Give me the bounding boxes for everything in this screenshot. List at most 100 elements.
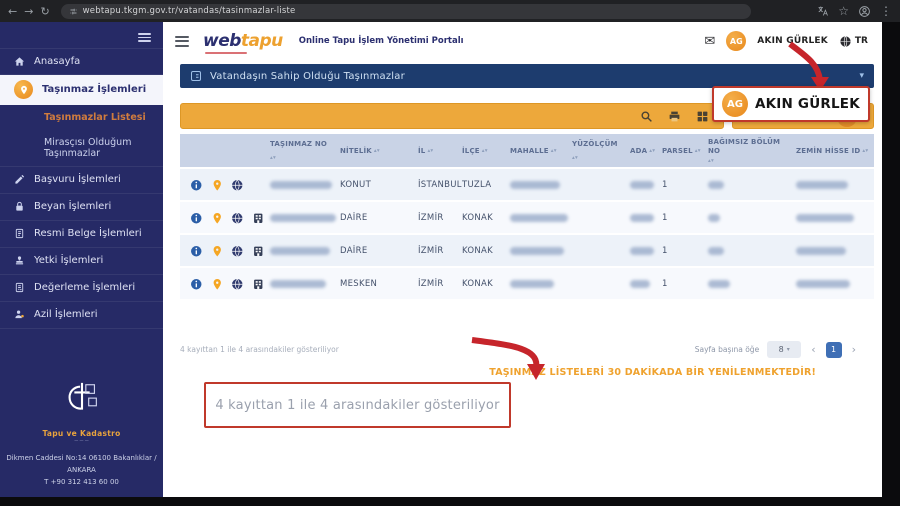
map-pin-icon[interactable] xyxy=(211,179,224,192)
bookmark-star-icon[interactable]: ☆ xyxy=(838,5,849,17)
section-banner[interactable]: Vatandaşın Sahip Olduğu Taşınmazlar ▾ xyxy=(180,64,874,88)
column-header[interactable]: MAHALLE▴▾ xyxy=(508,134,570,167)
messages-envelope-icon[interactable]: ✉ xyxy=(704,34,715,49)
cell-il: İZMİR xyxy=(416,235,460,266)
print-icon[interactable] xyxy=(668,110,681,123)
grid-view-icon[interactable] xyxy=(696,110,709,123)
parcel-globe-icon[interactable] xyxy=(231,245,244,258)
page-number-button[interactable]: 1 xyxy=(826,342,842,358)
redacted-value xyxy=(510,181,560,189)
document-icon xyxy=(14,228,25,239)
info-icon[interactable] xyxy=(190,179,203,192)
search-icon[interactable] xyxy=(640,110,653,123)
parcel-globe-icon[interactable] xyxy=(231,212,244,225)
sidebar-item-anasayfa[interactable]: Anasayfa xyxy=(0,48,163,75)
column-header[interactable]: YÜZÖLÇÜM▴▾ xyxy=(570,134,628,167)
redacted-value xyxy=(708,214,720,222)
cell-nitelik: MESKEN xyxy=(338,268,416,299)
cell-ada xyxy=(628,169,660,200)
banner-chevron-down-icon[interactable]: ▾ xyxy=(859,71,864,81)
sort-icon[interactable]: ▴▾ xyxy=(427,148,433,155)
redacted-value xyxy=(510,247,564,255)
sidebar-address: Dikmen Caddesi No:14 06100 Bakanlıklar /… xyxy=(0,453,163,477)
column-header[interactable]: NİTELİK▴▾ xyxy=(338,134,416,167)
globe-icon xyxy=(839,35,852,48)
map-pin-icon[interactable] xyxy=(211,245,224,258)
sidebar-item-label: Taşınmaz İşlemleri xyxy=(42,84,146,95)
per-page-select[interactable]: 8 ▾ xyxy=(767,341,801,358)
sidebar-subitem-mirascisi[interactable]: Mirasçısı Olduğum Taşınmazlar xyxy=(0,130,163,166)
sidebar-item-resmi-belge[interactable]: Resmi Belge İşlemleri xyxy=(0,221,163,248)
sidebar-item-beyan-islemleri[interactable]: Beyan İşlemleri xyxy=(0,194,163,221)
redacted-value xyxy=(270,214,336,222)
sidebar-collapse-icon[interactable] xyxy=(138,31,151,44)
building-icon[interactable] xyxy=(252,212,265,225)
table-row[interactable]: MESKEN İZMİR KONAK 1 xyxy=(180,266,874,299)
sidebar-footer: Tapu ve Kadastro — — — Dikmen Caddesi No… xyxy=(0,379,163,497)
info-icon[interactable] xyxy=(190,245,203,258)
translate-icon[interactable] xyxy=(817,5,829,17)
info-icon[interactable] xyxy=(190,278,203,291)
column-header[interactable]: İLÇE▴▾ xyxy=(460,134,508,167)
redacted-value xyxy=(630,280,650,288)
dismissal-person-icon xyxy=(14,309,25,320)
sort-icon[interactable]: ▴▾ xyxy=(572,155,578,162)
sidebar-item-yetki-islemleri[interactable]: Yetki İşlemleri xyxy=(0,248,163,275)
address-bar[interactable]: webtapu.tkgm.gov.tr/vatandas/tasinmazlar… xyxy=(61,4,751,19)
lock-icon xyxy=(14,201,25,212)
prev-page-button[interactable]: ‹ xyxy=(807,343,819,356)
column-header[interactable]: ZEMİN HİSSE ID▴▾ xyxy=(794,134,874,167)
sort-icon[interactable]: ▴▾ xyxy=(862,148,868,155)
browser-menu-icon[interactable]: ⋮ xyxy=(880,5,892,17)
sort-icon[interactable]: ▴▾ xyxy=(482,148,488,155)
sort-icon[interactable]: ▴▾ xyxy=(649,148,655,155)
browser-reload-icon[interactable]: ↻ xyxy=(40,6,49,17)
menu-toggle-icon[interactable] xyxy=(175,33,189,49)
logo-text-tapu: tapu xyxy=(241,31,283,51)
next-page-button[interactable]: › xyxy=(848,343,860,356)
column-header[interactable]: İL▴▾ xyxy=(416,134,460,167)
cell-zemin-hisse xyxy=(794,268,874,299)
sidebar-item-azil-islemleri[interactable]: Azil İşlemleri xyxy=(0,302,163,329)
map-pin-icon[interactable] xyxy=(211,278,224,291)
column-header[interactable]: BAĞIMSIZ BÖLÜM NO▴▾ xyxy=(706,134,794,167)
redacted-value xyxy=(796,181,848,189)
cell-yuzolcum xyxy=(570,169,628,200)
sort-icon[interactable]: ▴▾ xyxy=(270,155,276,162)
sidebar-item-tasinmaz-islemleri[interactable]: Taşınmaz İşlemleri xyxy=(0,75,163,105)
section-title: Vatandaşın Sahip Olduğu Taşınmazlar xyxy=(210,71,405,82)
sort-icon[interactable]: ▴▾ xyxy=(374,148,380,155)
sidebar-item-degerleme[interactable]: Değerleme İşlemleri xyxy=(0,275,163,302)
user-avatar[interactable]: AG xyxy=(726,31,746,51)
browser-forward-icon[interactable]: → xyxy=(24,6,33,17)
column-header[interactable]: TAŞINMAZ NO▴▾ xyxy=(268,134,338,167)
browser-back-icon[interactable]: ← xyxy=(8,6,17,17)
table-row[interactable]: DAİRE İZMİR KONAK 1 xyxy=(180,200,874,233)
column-header[interactable]: PARSEL▴▾ xyxy=(660,134,706,167)
user-name[interactable]: AKIN GÜRLEK xyxy=(757,36,828,46)
sort-icon[interactable]: ▴▾ xyxy=(695,148,701,155)
sort-icon[interactable]: ▴▾ xyxy=(708,158,714,165)
browser-profile-icon[interactable] xyxy=(858,5,871,18)
building-icon[interactable] xyxy=(252,245,265,258)
cell-ilce: KONAK xyxy=(460,235,508,266)
sidebar-subitem-tasinmazlar-listesi[interactable]: Taşınmazlar Listesi xyxy=(0,105,163,130)
info-icon[interactable] xyxy=(190,212,203,225)
url-text[interactable]: webtapu.tkgm.gov.tr/vatandas/tasinmazlar… xyxy=(83,6,296,16)
cell-yuzolcum xyxy=(570,268,628,299)
table-row[interactable]: DAİRE İZMİR KONAK 1 xyxy=(180,233,874,266)
sidebar-item-basvuru-islemleri[interactable]: Başvuru İşlemleri xyxy=(0,167,163,194)
building-icon[interactable] xyxy=(252,278,265,291)
language-selector[interactable]: TR xyxy=(839,35,868,48)
parcel-globe-icon[interactable] xyxy=(231,278,244,291)
cell-nitelik: DAİRE xyxy=(338,235,416,266)
refresh-notice: TAŞINMAZ LİSTELERİ 30 DAKİKADA BİR YENİL… xyxy=(180,367,874,378)
parcel-globe-icon[interactable] xyxy=(231,179,244,192)
column-header[interactable]: ADA▴▾ xyxy=(628,134,660,167)
logo-text-web: web xyxy=(203,31,241,51)
sort-icon[interactable]: ▴▾ xyxy=(551,148,557,155)
site-settings-icon[interactable] xyxy=(69,7,78,16)
table-row[interactable]: KONUT İSTANBUL TUZLA 1 xyxy=(180,167,874,200)
map-pin-icon[interactable] xyxy=(211,212,224,225)
column-header-actions xyxy=(180,134,268,167)
